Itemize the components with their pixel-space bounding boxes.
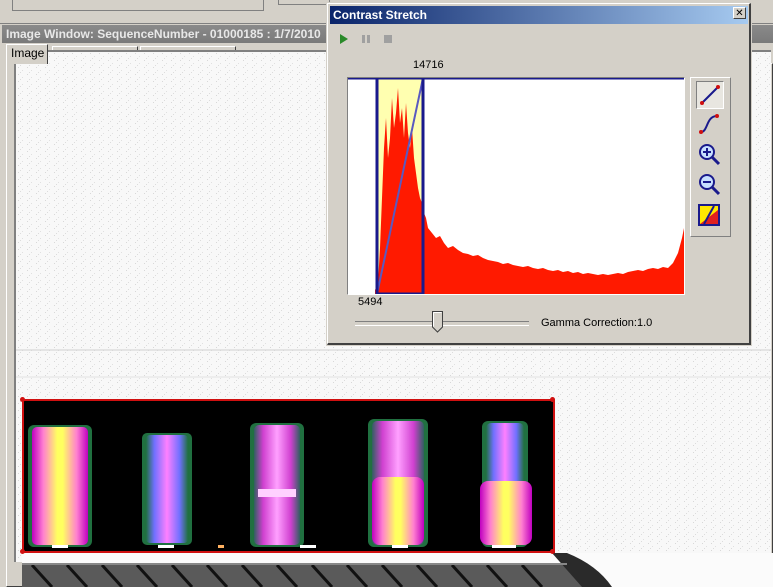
overlay-handle-top-left[interactable] <box>20 397 25 402</box>
zoom-in-icon <box>699 144 721 166</box>
overlay-handle-bottom-right[interactable] <box>550 549 555 554</box>
close-button[interactable]: ✕ <box>733 7 746 19</box>
linear-curve-button[interactable] <box>696 81 724 109</box>
xray-color-overlay[interactable] <box>22 399 555 553</box>
zoom-out-icon <box>699 174 721 196</box>
linear-curve-icon <box>700 85 720 105</box>
dialog-title[interactable]: Contrast Stretch <box>330 6 748 24</box>
auto-stretch-icon <box>698 204 720 226</box>
contrast-stretch-dialog: Contrast Stretch ✕ 14716 5494 Gamma Corr… <box>326 2 752 346</box>
xray-objects <box>28 419 532 548</box>
play-icon[interactable] <box>338 33 350 45</box>
s-curve-icon <box>699 114 719 134</box>
overlay-handle-top-right[interactable] <box>550 397 555 402</box>
zoom-out-button[interactable] <box>696 171 724 199</box>
lower-value-label: 5494 <box>358 296 383 308</box>
overlay-handle-bottom-left[interactable] <box>20 549 25 554</box>
tab-image[interactable]: Image <box>6 44 48 64</box>
auto-stretch-button[interactable] <box>696 202 724 230</box>
gamma-correction-label: Gamma Correction: <box>541 317 637 329</box>
parent-field <box>12 0 264 11</box>
histogram-plot <box>348 76 684 296</box>
histogram-panel[interactable] <box>347 76 685 296</box>
pause-icon[interactable] <box>360 33 372 45</box>
upper-value-label: 14716 <box>413 59 444 71</box>
s-curve-button[interactable] <box>696 111 724 139</box>
gamma-correction-value: 1.0 <box>637 317 653 329</box>
stop-icon[interactable] <box>382 33 394 45</box>
curve-tool-panel <box>690 77 731 237</box>
parent-field-small <box>278 0 330 5</box>
zoom-in-button[interactable] <box>696 141 724 169</box>
gamma-slider-thumb[interactable] <box>432 311 443 333</box>
conveyor-belt <box>22 553 773 587</box>
